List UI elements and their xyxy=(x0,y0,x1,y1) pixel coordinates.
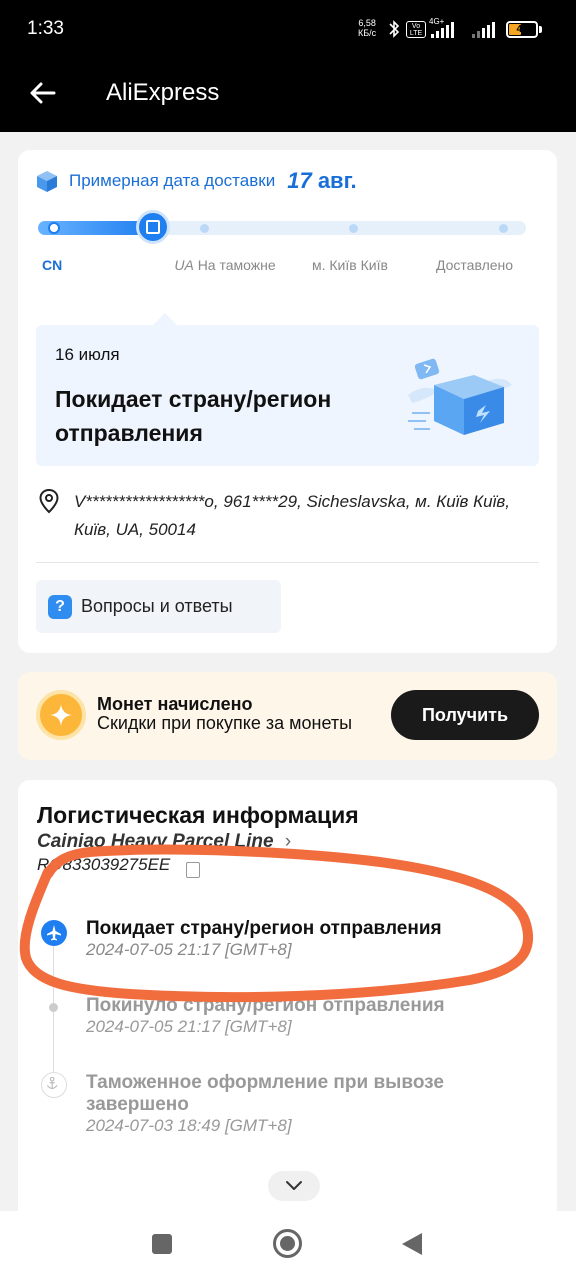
timeline-line xyxy=(53,945,54,1080)
qa-button[interactable]: ? Вопросы и ответы xyxy=(36,580,281,633)
eta-month: авг. xyxy=(317,168,357,193)
qa-label: Вопросы и ответы xyxy=(81,596,233,616)
recent-apps-button[interactable] xyxy=(152,1234,172,1254)
event-time: 2024-07-05 21:17 [GMT+8] xyxy=(86,1017,292,1036)
delivery-progress-bar xyxy=(38,221,526,235)
timeline-dot xyxy=(49,1003,58,1012)
address-text: V******************o, 961****29, Sichesl… xyxy=(74,492,510,539)
coins-subtitle: Скидки при покупке за монеты xyxy=(97,713,353,733)
package-icon xyxy=(37,171,57,192)
sparkle-icon xyxy=(50,704,72,726)
event-time: 2024-07-05 21:17 [GMT+8] xyxy=(86,940,292,959)
logistics-card: Логистическая информация Cainiao Heavy P… xyxy=(18,780,557,1220)
network-speed-unit: КБ/с xyxy=(358,28,377,38)
anchor-icon xyxy=(41,1072,67,1098)
signal-icon xyxy=(431,22,454,38)
latest-status-text: Покидает страну/регион отправления xyxy=(55,386,332,446)
divider xyxy=(36,562,539,563)
back-arrow-icon[interactable] xyxy=(26,76,60,110)
step-dot-cn xyxy=(48,222,60,234)
chevron-right-icon: › xyxy=(284,831,292,852)
chevron-down-icon xyxy=(286,1181,302,1190)
logistics-title: Логистическая информация xyxy=(37,802,359,828)
step-city: м. Київ Київ xyxy=(312,257,388,273)
carrier-name: Cainiao Heavy Parcel Line xyxy=(37,831,274,852)
event-title: Покидает страну/регион отправления xyxy=(86,918,442,939)
event-title: Таможенное оформление при вывозе заверше… xyxy=(86,1072,444,1115)
system-nav-bar xyxy=(0,1211,576,1280)
status-bar: 1:33 6,58 КБ/с Vo LTE 4G+ 41 xyxy=(0,0,576,60)
question-icon: ? xyxy=(48,594,72,619)
latest-status: 16 июля Покидает страну/регион отправлен… xyxy=(36,313,539,466)
step-dot-customs xyxy=(200,224,209,233)
coins-banner: Монет начислено Скидки при покупке за мо… xyxy=(18,672,557,760)
home-button[interactable] xyxy=(273,1229,302,1258)
battery-level: 41 xyxy=(516,24,528,35)
step-dot-delivered xyxy=(499,224,508,233)
current-step-marker xyxy=(136,210,170,244)
step-dot-city xyxy=(349,224,358,233)
app-bar: AliExpress xyxy=(0,60,576,132)
bluetooth-icon xyxy=(389,20,400,38)
copy-icon[interactable] xyxy=(186,862,200,878)
tracking-event: Покидает страну/регион отправления 2024-… xyxy=(86,918,536,960)
volte-icon: Vo LTE xyxy=(406,21,426,38)
get-coins-button[interactable]: Получить xyxy=(391,690,539,740)
network-speed-value: 6,58 xyxy=(358,18,376,28)
shipping-box-illustration xyxy=(408,358,512,435)
step-customs-code: UA xyxy=(174,257,194,273)
signal-icon-sim2 xyxy=(472,22,495,38)
latest-status-date: 16 июля xyxy=(55,345,120,364)
expand-button[interactable] xyxy=(268,1171,320,1201)
app-title: AliExpress xyxy=(106,79,220,106)
eta-label: Примерная дата доставки xyxy=(69,171,276,190)
carrier-link[interactable]: Cainiao Heavy Parcel Line › xyxy=(37,831,291,853)
airplane-icon xyxy=(41,920,67,946)
tracking-number: RO833039275EE xyxy=(37,855,171,874)
step-customs: UA На таможне xyxy=(171,256,279,274)
event-time: 2024-07-03 18:49 [GMT+8] xyxy=(86,1116,292,1135)
tracking-event: Покинуло страну/регион отправления 2024-… xyxy=(86,995,536,1037)
delivery-address: V******************o, 961****29, Sichesl… xyxy=(38,488,538,544)
estimated-delivery: Примерная дата доставки 17 авг. xyxy=(35,168,357,194)
event-title: Покинуло страну/регион отправления xyxy=(86,995,445,1016)
step-cn: CN xyxy=(42,257,63,273)
tracking-event: Таможенное оформление при вывозе заверше… xyxy=(86,1072,536,1136)
coin-icon xyxy=(36,690,86,740)
battery-icon: 41 xyxy=(506,21,538,38)
eta-date: 17 авг. xyxy=(287,168,356,194)
clock: 1:33 xyxy=(27,18,64,39)
location-pin-icon xyxy=(39,488,59,514)
system-back-button[interactable] xyxy=(402,1233,422,1255)
eta-day: 17 xyxy=(287,168,312,193)
delivery-card: Примерная дата доставки 17 авг. CN UA На… xyxy=(18,150,557,653)
step-delivered: Доставлено xyxy=(436,257,514,273)
network-speed: 6,58 КБ/с xyxy=(358,18,376,38)
step-customs-label: На таможне xyxy=(197,257,276,273)
coins-title: Монет начислено xyxy=(97,694,253,714)
